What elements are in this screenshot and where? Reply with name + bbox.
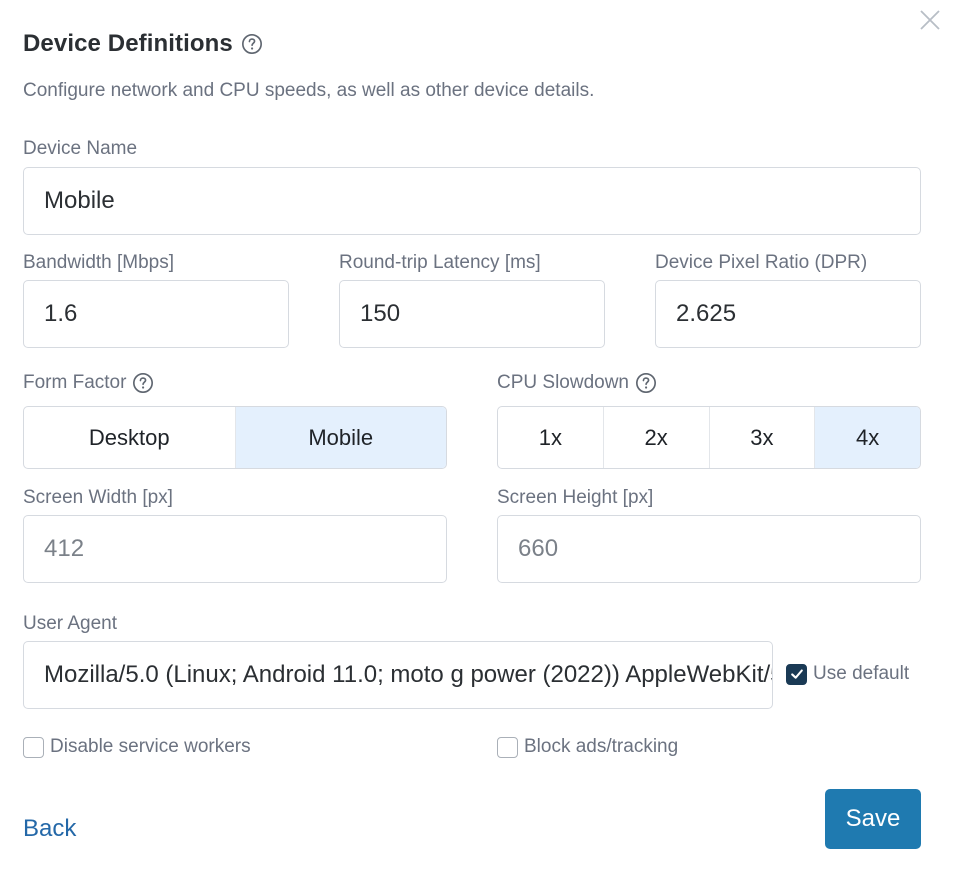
latency-value: 150 (360, 300, 401, 327)
dialog-header: Device Definitions (23, 30, 263, 58)
form-factor-label: Form Factor (23, 372, 154, 394)
screen-width-value: 412 (44, 535, 85, 562)
cpu-slowdown-option-4x[interactable]: 4x (815, 407, 920, 468)
cpu-slowdown-toggle: 1x 2x 3x 4x (497, 406, 921, 469)
latency-input[interactable]: 150 (339, 280, 605, 348)
dialog-subtitle: Configure network and CPU speeds, as wel… (23, 80, 595, 101)
device-name-input[interactable]: Mobile (23, 167, 921, 235)
back-button[interactable]: Back (23, 815, 76, 843)
form-factor-label-text: Form Factor (23, 372, 127, 393)
device-name-value: Mobile (44, 187, 115, 214)
screen-height-label: Screen Height [px] (497, 487, 654, 508)
help-icon[interactable] (635, 372, 657, 394)
dpr-value: 2.625 (676, 300, 737, 327)
help-icon[interactable] (132, 372, 154, 394)
cpu-slowdown-label: CPU Slowdown (497, 372, 657, 394)
user-agent-label: User Agent (23, 613, 117, 634)
cpu-slowdown-option-1x[interactable]: 1x (498, 407, 604, 468)
screen-width-input[interactable]: 412 (23, 515, 447, 583)
user-agent-input[interactable]: Mozilla/5.0 (Linux; Android 11.0; moto g… (23, 641, 773, 709)
help-icon[interactable] (241, 33, 263, 55)
checkmark-icon (790, 669, 803, 679)
cpu-slowdown-option-2x[interactable]: 2x (604, 407, 710, 468)
screen-height-input[interactable]: 660 (497, 515, 921, 583)
disable-service-workers-label: Disable service workers (50, 736, 251, 757)
use-default-label: Use default (813, 663, 910, 684)
form-factor-toggle: Desktop Mobile (23, 406, 447, 469)
cpu-slowdown-label-text: CPU Slowdown (497, 372, 629, 393)
checkbox-box[interactable] (786, 663, 807, 685)
block-ads-label: Block ads/tracking (524, 736, 679, 757)
screen-width-label: Screen Width [px] (23, 487, 173, 508)
bandwidth-value: 1.6 (44, 300, 78, 327)
checkbox-box[interactable] (497, 736, 518, 758)
device-name-label: Device Name (23, 138, 138, 159)
dialog-title: Device Definitions (23, 30, 233, 57)
screen-height-value: 660 (518, 535, 559, 562)
use-default-checkbox[interactable]: Use default (786, 663, 909, 685)
dpr-input[interactable]: 2.625 (655, 280, 921, 348)
bandwidth-input[interactable]: 1.6 (23, 280, 289, 348)
checkbox-box[interactable] (23, 736, 44, 758)
form-factor-option-mobile[interactable]: Mobile (235, 407, 446, 468)
dpr-label: Device Pixel Ratio (DPR) (655, 252, 868, 273)
bandwidth-label: Bandwidth [Mbps] (23, 252, 175, 273)
cpu-slowdown-option-3x[interactable]: 3x (710, 407, 816, 468)
close-icon[interactable] (918, 8, 942, 32)
save-button[interactable]: Save (825, 789, 921, 849)
latency-label: Round-trip Latency [ms] (339, 252, 541, 273)
disable-service-workers-checkbox[interactable]: Disable service workers (23, 736, 251, 758)
user-agent-value: Mozilla/5.0 (Linux; Android 11.0; moto g… (44, 661, 772, 688)
form-factor-option-desktop[interactable]: Desktop (24, 407, 236, 468)
block-ads-checkbox[interactable]: Block ads/tracking (497, 736, 678, 758)
